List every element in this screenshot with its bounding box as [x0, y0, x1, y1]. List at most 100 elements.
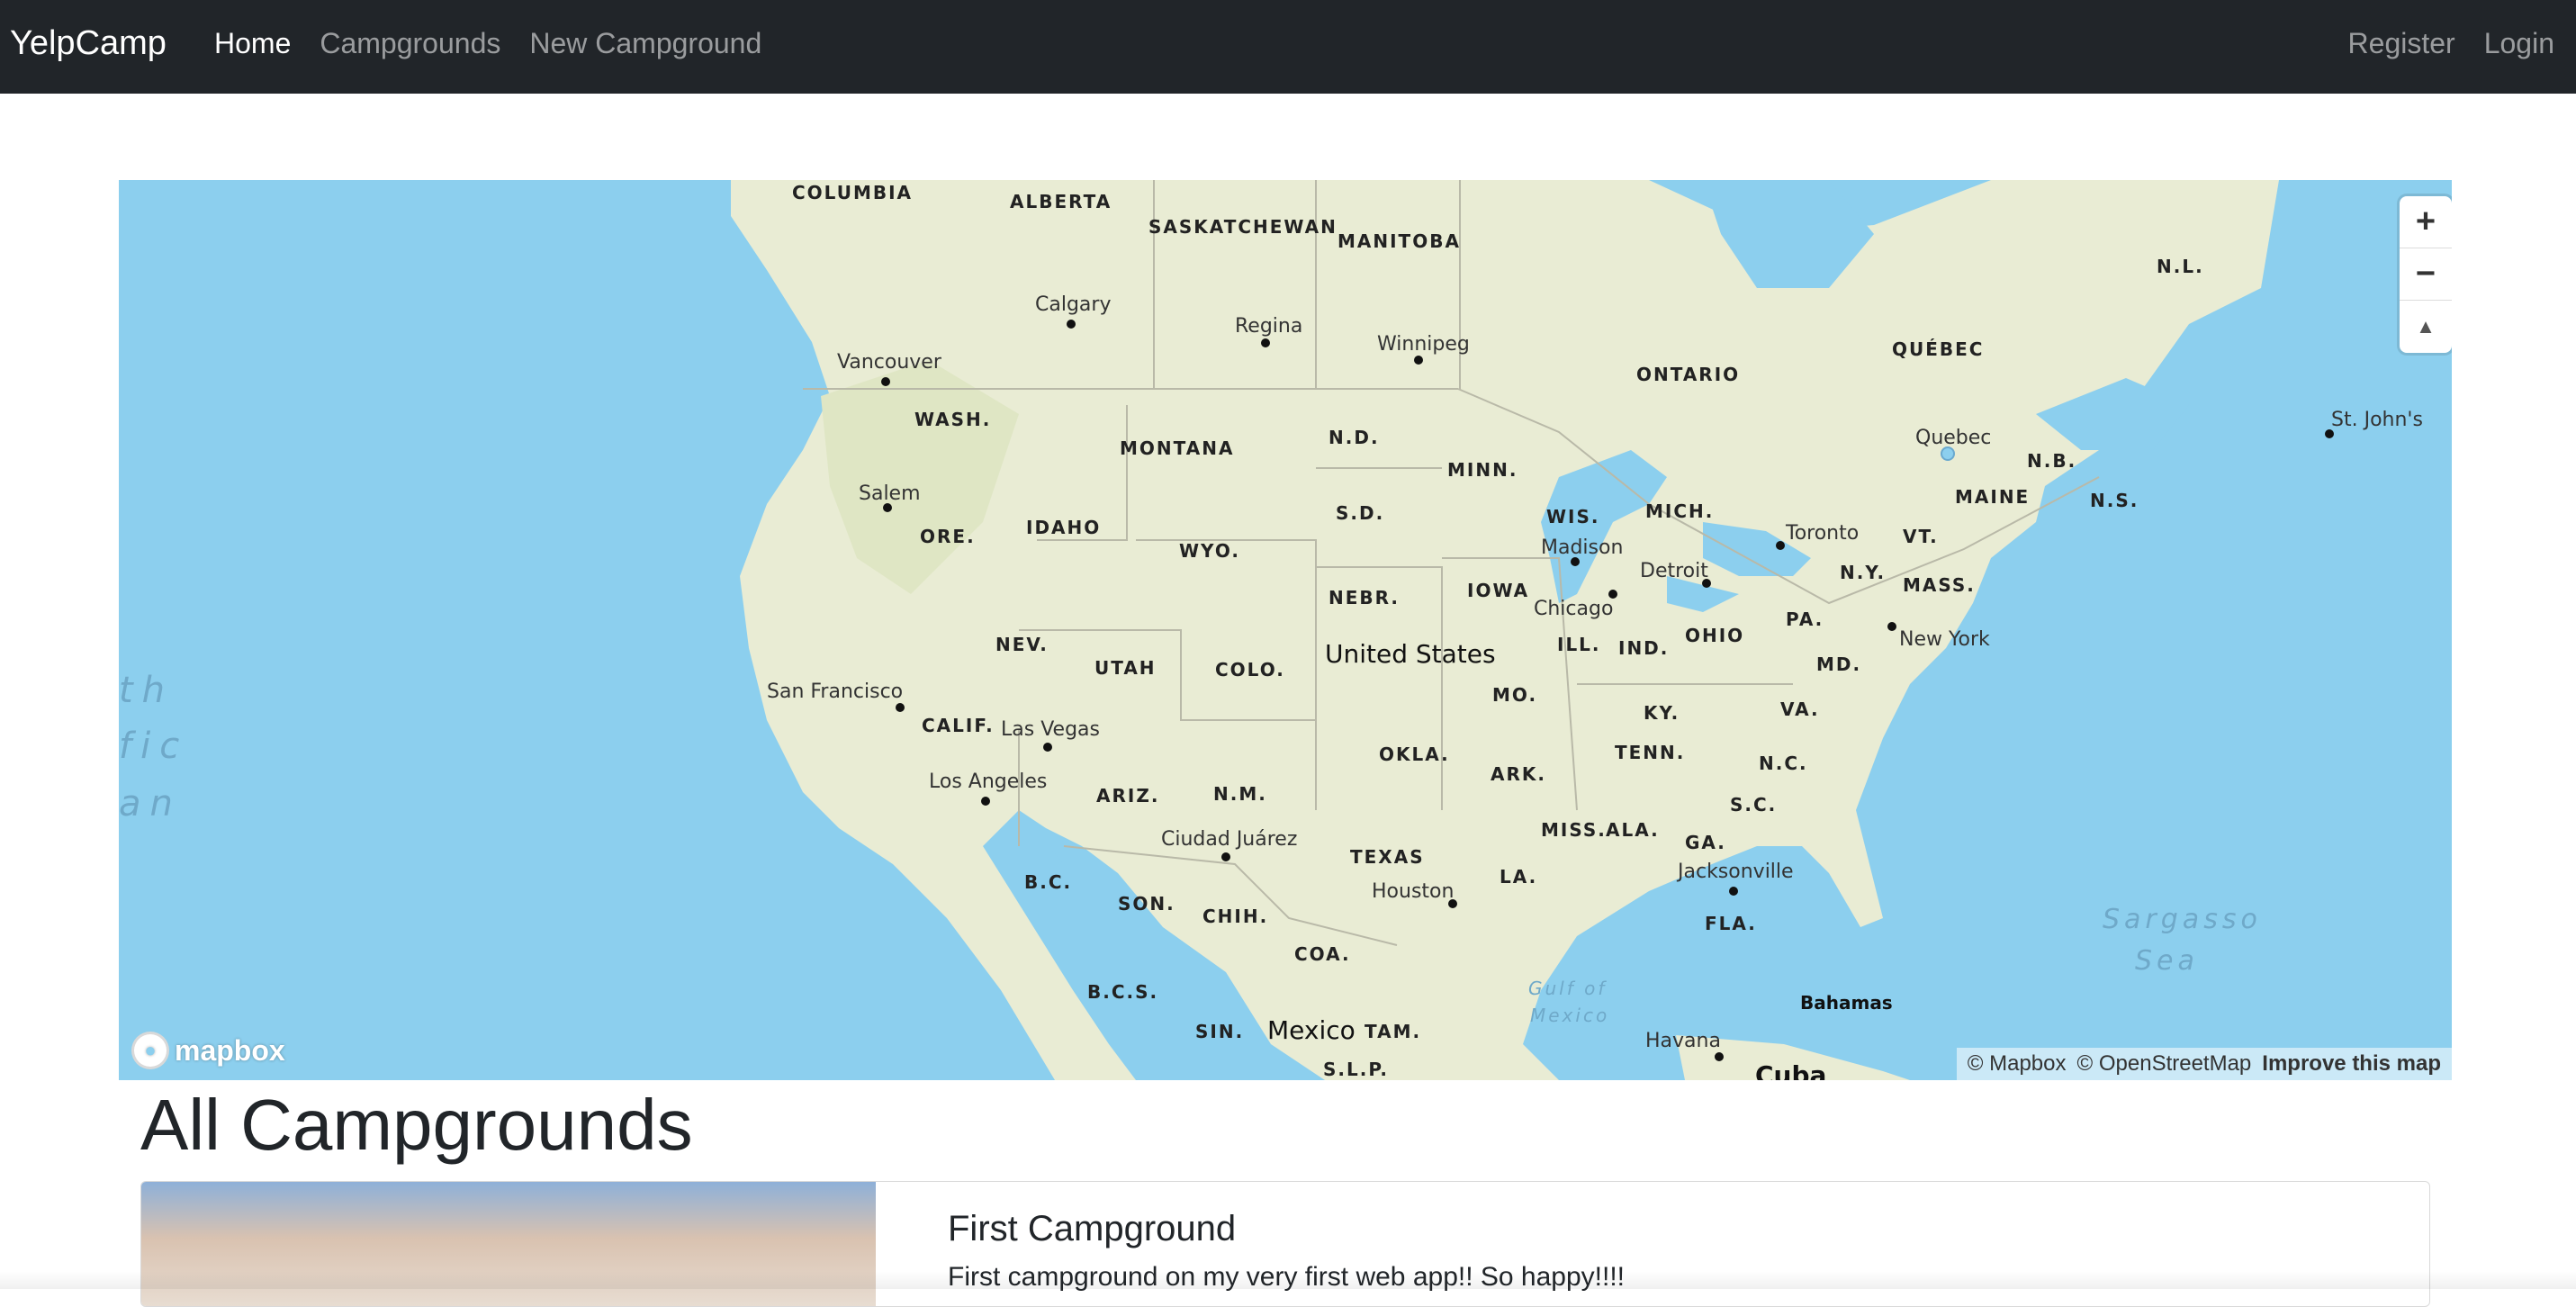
nav-campgrounds-link[interactable]: Campgrounds [320, 27, 500, 60]
label-nl: N.L. [2157, 256, 2204, 277]
label-mich: MICH. [1645, 500, 1715, 522]
label-toronto: Toronto [1786, 522, 1860, 545]
label-fla: FLA. [1705, 913, 1757, 934]
label-manitoba: MANITOBA [1338, 230, 1461, 252]
label-va: VA. [1780, 699, 1820, 720]
label-havana: Havana [1645, 1030, 1721, 1052]
label-wyo: WYO. [1179, 540, 1240, 562]
mapbox-logo-text: mapbox [175, 1033, 285, 1067]
map-navigation-control: + − ▲ [2400, 196, 2452, 353]
brand-link[interactable]: YelpCamp [10, 24, 167, 63]
label-utah: UTAH [1094, 657, 1157, 679]
nav-register-link[interactable]: Register [2348, 27, 2455, 60]
label-ocean-2: fic [119, 726, 189, 767]
nav-new-campground-link[interactable]: New Campground [529, 27, 761, 60]
label-columbia: COLUMBIA [792, 182, 914, 203]
label-cuba: Cuba [1755, 1060, 1827, 1080]
label-sc: S.C. [1730, 794, 1778, 816]
label-ohio: OHIO [1685, 625, 1745, 646]
label-ariz: ARIZ. [1096, 785, 1160, 807]
label-mo: MO. [1492, 684, 1538, 706]
label-bcs: B.C.S. [1087, 981, 1159, 1003]
label-alberta: ALBERTA [1010, 191, 1112, 212]
mapbox-logo[interactable]: ● mapbox [131, 1032, 285, 1069]
label-sin: SIN. [1195, 1021, 1245, 1042]
quebec-dot [1941, 446, 1955, 461]
campground-title: First Campground [948, 1209, 1237, 1248]
label-jacksonville: Jacksonville [1678, 861, 1794, 883]
page-title: All Campgrounds [140, 1085, 693, 1165]
nav-auth-links: Register Login [2348, 27, 2554, 60]
label-chih: CHIH. [1202, 906, 1269, 927]
mapbox-logo-icon: ● [131, 1032, 169, 1069]
label-ocean-3: an [119, 783, 182, 825]
label-miss: MISS. [1541, 819, 1607, 841]
cluster-map[interactable]: COLUMBIA ALBERTA SASKATCHEWAN MANITOBA O… [119, 180, 2452, 1080]
label-montana: MONTANA [1120, 437, 1235, 459]
label-mass: MASS. [1903, 574, 1976, 596]
label-houston: Houston [1372, 880, 1455, 903]
label-pa: PA. [1786, 608, 1824, 630]
nav-login-link[interactable]: Login [2484, 27, 2554, 60]
label-nd: N.D. [1329, 427, 1380, 448]
label-las-vegas: Las Vegas [1001, 718, 1100, 741]
map-attribution: © Mapbox © OpenStreetMap Improve this ma… [1956, 1048, 2452, 1080]
label-wash: WASH. [914, 409, 992, 430]
label-ala: ALA. [1606, 819, 1660, 841]
label-nc: N.C. [1759, 753, 1808, 774]
label-bc-mx: B.C. [1024, 871, 1073, 893]
label-quebec-city: Quebec [1915, 427, 1992, 449]
label-sd: S.D. [1336, 502, 1385, 524]
label-minn: MINN. [1447, 459, 1518, 481]
label-regina: Regina [1235, 315, 1303, 338]
label-ind: IND. [1618, 637, 1670, 659]
zoom-out-button[interactable]: − [2400, 248, 2452, 301]
label-wis: WIS. [1546, 506, 1600, 527]
label-son: SON. [1118, 893, 1175, 915]
label-calgary: Calgary [1035, 293, 1112, 316]
label-saskatchewan: SASKATCHEWAN [1148, 216, 1338, 238]
label-san-francisco: San Francisco [767, 681, 904, 703]
label-calif: CALIF. [922, 715, 995, 736]
compass-button[interactable]: ▲ [2400, 301, 2452, 353]
label-tam: TAM. [1365, 1021, 1422, 1042]
nav-links: Home Campgrounds New Campground [214, 27, 761, 60]
label-sea: Sea [2135, 945, 2199, 977]
land-north-america [731, 180, 2279, 1080]
label-madison: Madison [1541, 536, 1624, 559]
label-gulf-mexico: Mexico [1530, 1005, 1610, 1026]
label-tenn: TENN. [1615, 742, 1686, 763]
label-quebec-province: QUÉBEC [1892, 338, 1985, 360]
label-ontario: ONTARIO [1636, 364, 1741, 385]
attribution-osm-link[interactable]: © OpenStreetMap [2077, 1051, 2252, 1077]
attribution-mapbox-link[interactable]: © Mapbox [1968, 1051, 2067, 1077]
label-nebr: NEBR. [1329, 587, 1401, 608]
label-vancouver: Vancouver [837, 351, 941, 374]
label-coa: COA. [1294, 943, 1351, 965]
label-ill: ILL. [1557, 634, 1601, 655]
label-winnipeg: Winnipeg [1377, 333, 1470, 356]
label-okla: OKLA. [1379, 744, 1450, 765]
label-mexico: Mexico [1267, 1015, 1356, 1045]
label-gulf-of: Gulf of [1528, 978, 1608, 999]
nav-home-link[interactable]: Home [214, 27, 291, 60]
label-ore: ORE. [920, 526, 976, 547]
label-ga: GA. [1685, 832, 1726, 853]
label-idaho: IDAHO [1026, 517, 1102, 538]
label-ny: N.Y. [1840, 562, 1887, 583]
label-bahamas: Bahamas [1800, 992, 1893, 1014]
label-new-york: New York [1899, 628, 1990, 651]
label-nev: NEV. [995, 634, 1049, 655]
label-nb: N.B. [2027, 450, 2077, 472]
label-chicago: Chicago [1534, 598, 1614, 620]
navbar: YelpCamp Home Campgrounds New Campground… [0, 0, 2576, 94]
label-ark: ARK. [1491, 763, 1546, 785]
label-slp: S.L.P. [1323, 1059, 1389, 1080]
improve-map-link[interactable]: Improve this map [2262, 1051, 2441, 1077]
bottom-shadow [0, 1271, 2576, 1289]
label-md: MD. [1816, 654, 1862, 675]
label-united-states: United States [1325, 639, 1496, 669]
label-detroit: Detroit [1640, 560, 1708, 582]
label-maine: MAINE [1955, 486, 2031, 508]
zoom-in-button[interactable]: + [2400, 196, 2452, 248]
